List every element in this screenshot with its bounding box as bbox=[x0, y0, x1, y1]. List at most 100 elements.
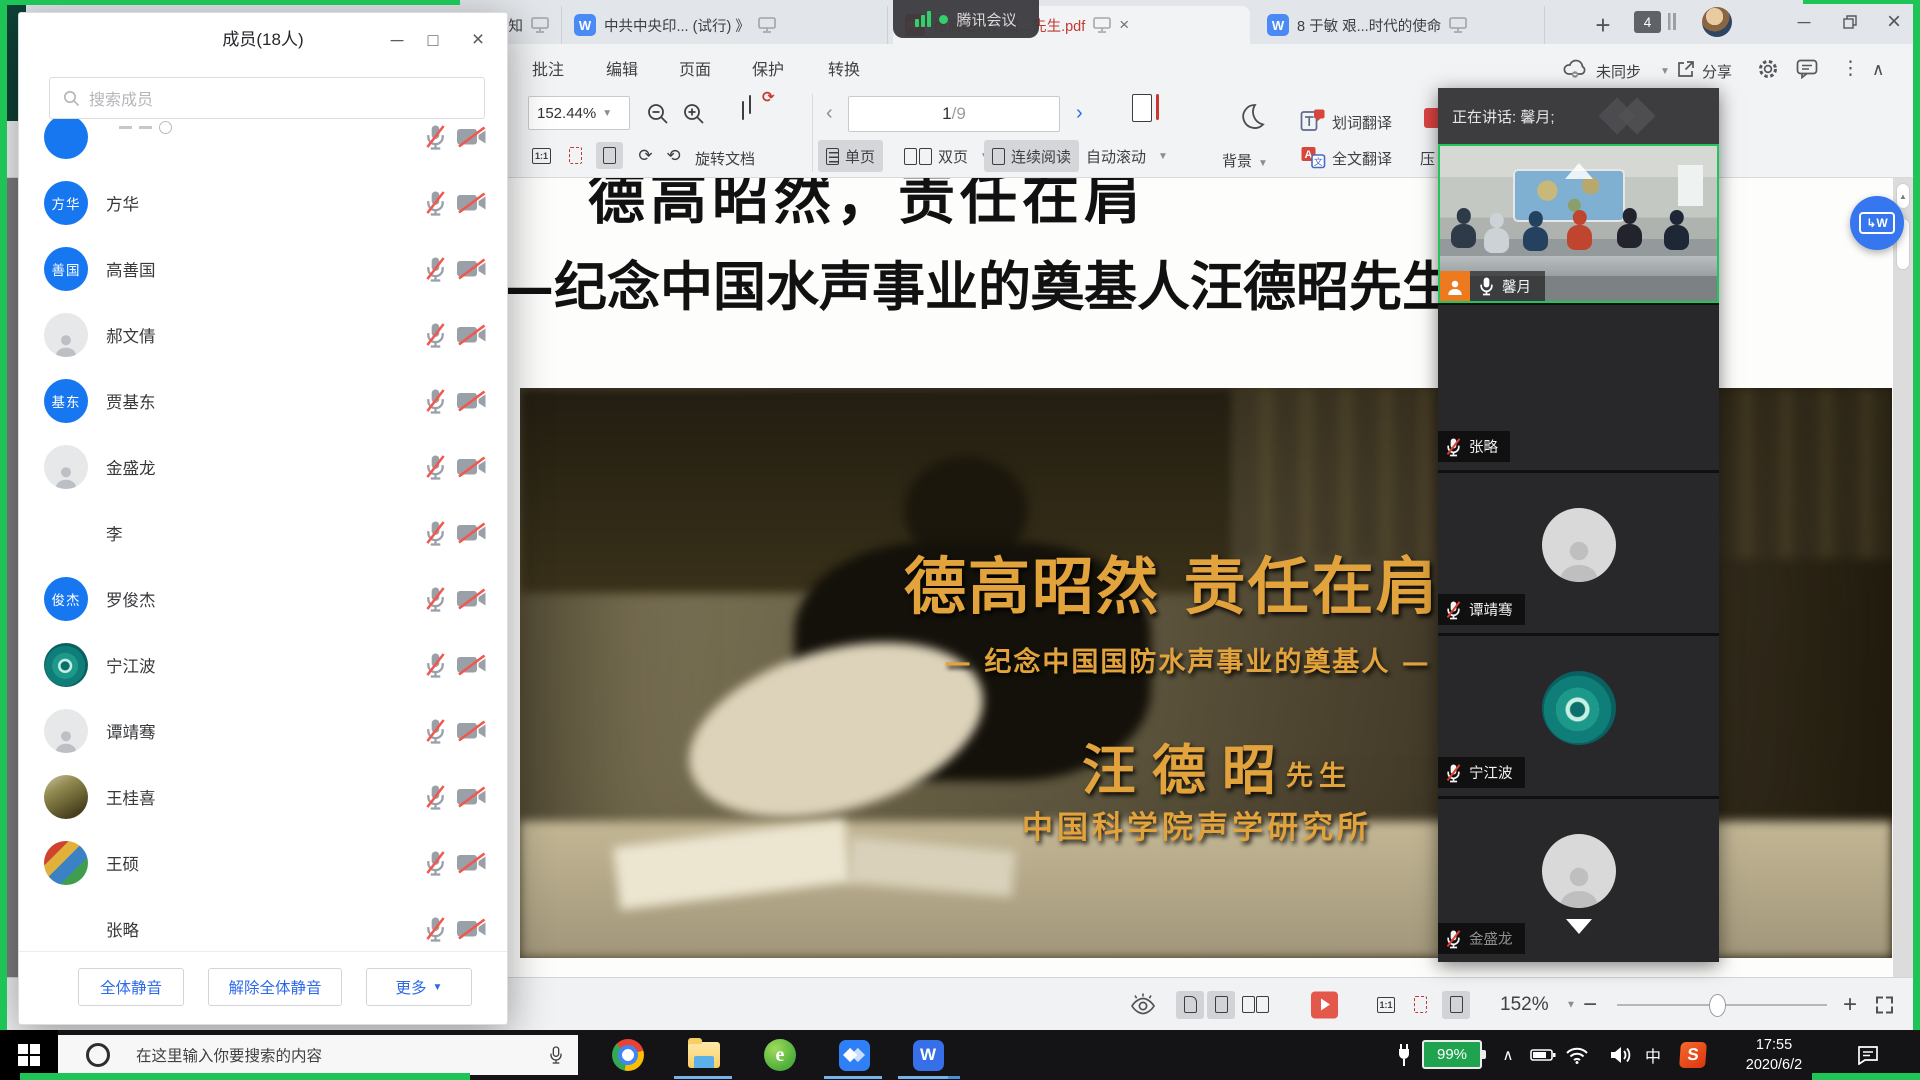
fit-width-icon[interactable] bbox=[596, 142, 623, 169]
member-row[interactable]: 王桂喜 bbox=[19, 767, 507, 827]
camera-muted-icon[interactable] bbox=[456, 720, 487, 743]
member-row[interactable]: 宁江波 bbox=[19, 635, 507, 695]
menu-protect[interactable]: 保护 bbox=[752, 56, 784, 80]
camera-muted-icon[interactable] bbox=[456, 456, 487, 479]
battery-icon[interactable] bbox=[1528, 1030, 1558, 1080]
wps-convert-float-button[interactable]: ↳W bbox=[1850, 196, 1904, 250]
member-row[interactable]: 张略 bbox=[19, 899, 507, 959]
member-row[interactable]: 郝文倩 bbox=[19, 305, 507, 365]
mic-muted-icon[interactable] bbox=[424, 586, 447, 613]
member-row[interactable]: 俊杰罗俊杰 bbox=[19, 569, 507, 629]
zoom-slider-thumb[interactable] bbox=[1709, 994, 1726, 1017]
mic-muted-icon[interactable] bbox=[424, 916, 447, 943]
member-row[interactable]: 基东贾基东 bbox=[19, 371, 507, 431]
mic-muted-icon[interactable] bbox=[424, 850, 447, 877]
member-row[interactable]: 金盛龙 bbox=[19, 437, 507, 497]
scrollbar-up-arrow[interactable]: ▲ bbox=[1896, 183, 1910, 209]
moon-background-icon[interactable] bbox=[1238, 102, 1266, 132]
play-presentation-button[interactable] bbox=[1311, 991, 1338, 1018]
camera-muted-icon[interactable] bbox=[456, 588, 487, 611]
word-translate-label[interactable]: 划词翻译 bbox=[1332, 112, 1392, 133]
member-row[interactable]: 谭靖骞 bbox=[19, 701, 507, 761]
member-row[interactable]: 王硕 bbox=[19, 833, 507, 893]
mic-muted-icon[interactable] bbox=[424, 520, 447, 547]
minimize-window-button[interactable]: ─ bbox=[1786, 0, 1822, 44]
rotate-cw-icon[interactable]: ⟳ bbox=[632, 142, 659, 169]
fit-page-icon[interactable] bbox=[562, 142, 589, 169]
account-avatar[interactable] bbox=[1702, 7, 1732, 37]
menu-annotate[interactable]: 批注 bbox=[532, 56, 564, 80]
new-tab-button[interactable]: + bbox=[1588, 10, 1618, 41]
tab-list-icon[interactable] bbox=[1668, 13, 1676, 30]
gear-icon[interactable] bbox=[1757, 58, 1779, 80]
restore-window-button[interactable] bbox=[1832, 0, 1868, 44]
taskbar-360-browser-icon[interactable]: e bbox=[762, 1037, 798, 1073]
mic-muted-icon[interactable] bbox=[424, 124, 447, 151]
camera-muted-icon[interactable] bbox=[456, 852, 487, 875]
zoom-level-label[interactable]: 152% bbox=[1500, 994, 1549, 1016]
zoom-percent-combo[interactable]: 152.44%▼ bbox=[528, 96, 630, 130]
camera-muted-icon[interactable] bbox=[456, 258, 487, 281]
member-search-input[interactable]: 搜索成员 bbox=[49, 77, 485, 119]
full-translate-icon[interactable]: A文 bbox=[1300, 144, 1326, 170]
speaker-icon[interactable] bbox=[1606, 1030, 1636, 1080]
fullscreen-icon[interactable] bbox=[1876, 996, 1893, 1013]
member-row[interactable] bbox=[19, 119, 507, 167]
collapse-ribbon-icon[interactable]: ∧ bbox=[1872, 60, 1884, 80]
camera-muted-icon[interactable] bbox=[456, 390, 487, 413]
zoom-in-icon[interactable] bbox=[682, 102, 706, 126]
continuous-read-mode[interactable]: 连续阅读 bbox=[984, 140, 1079, 172]
page-number-box[interactable]: 1 /9 bbox=[848, 96, 1060, 132]
close-window-button[interactable]: × bbox=[1876, 0, 1912, 44]
mic-muted-icon[interactable] bbox=[424, 718, 447, 745]
close-panel-button[interactable]: × bbox=[467, 30, 489, 50]
actual-size-icon[interactable]: 1:1 bbox=[1372, 991, 1400, 1019]
mic-muted-icon[interactable] bbox=[424, 784, 447, 811]
share-icon[interactable] bbox=[1676, 59, 1696, 79]
camera-muted-icon[interactable] bbox=[456, 126, 487, 149]
camera-muted-icon[interactable] bbox=[456, 324, 487, 347]
rotate-document-icon[interactable]: ⟳ bbox=[742, 96, 772, 130]
mic-muted-icon[interactable] bbox=[424, 256, 447, 283]
continuous-layout-icon[interactable] bbox=[1176, 991, 1204, 1019]
participant-tile[interactable]: 馨月 bbox=[1438, 144, 1719, 303]
fit-width-icon[interactable] bbox=[1442, 991, 1470, 1019]
zoom-slider[interactable] bbox=[1617, 1004, 1827, 1006]
mic-muted-icon[interactable] bbox=[424, 322, 447, 349]
minimize-panel-button[interactable]: ─ bbox=[386, 30, 408, 50]
zoom-out-icon[interactable] bbox=[646, 102, 670, 126]
tab-doc-2[interactable]: W 中共中央印... (试行) 》 bbox=[562, 6, 888, 44]
rotate-ccw-icon[interactable]: ⟲ bbox=[660, 142, 687, 169]
mic-muted-icon[interactable] bbox=[424, 388, 447, 415]
taskbar-wps-icon[interactable]: W bbox=[910, 1037, 946, 1073]
actual-size-icon[interactable]: 1:1 bbox=[528, 142, 555, 169]
mic-muted-icon[interactable] bbox=[424, 190, 447, 217]
mute-all-button[interactable]: 全体静音 bbox=[78, 968, 184, 1006]
share-label[interactable]: 分享 bbox=[1702, 61, 1732, 82]
ruler-icon[interactable] bbox=[1132, 94, 1159, 122]
participant-tile[interactable]: 谭靖骞 bbox=[1438, 473, 1719, 633]
camera-muted-icon[interactable] bbox=[456, 192, 487, 215]
sync-status-label[interactable]: 未同步 bbox=[1596, 61, 1641, 82]
background-label[interactable]: 背景▼ bbox=[1222, 150, 1268, 171]
maximize-panel-button[interactable]: □ bbox=[422, 30, 444, 50]
menu-convert[interactable]: 转换 bbox=[828, 56, 860, 80]
member-row[interactable]: 李 bbox=[19, 503, 507, 563]
comment-icon[interactable] bbox=[1796, 59, 1818, 79]
taskbar-chrome-icon[interactable] bbox=[610, 1037, 646, 1073]
taskbar-explorer-icon[interactable] bbox=[686, 1037, 722, 1073]
auto-scroll-mode[interactable]: 自动滚动▼ bbox=[1078, 140, 1176, 172]
participant-tile[interactable]: 张略 bbox=[1438, 305, 1719, 470]
wifi-icon[interactable] bbox=[1562, 1030, 1592, 1080]
rotate-doc-label[interactable]: 旋转文档 bbox=[695, 148, 755, 169]
cloud-sync-icon[interactable] bbox=[1562, 58, 1588, 78]
compress-label-clipped[interactable]: 压 bbox=[1420, 148, 1435, 169]
scroll-down-icon[interactable] bbox=[1566, 919, 1592, 934]
fit-page-icon[interactable] bbox=[1406, 991, 1434, 1019]
zoom-dropdown-icon[interactable]: ▼ bbox=[1566, 999, 1576, 1010]
menu-edit[interactable]: 编辑 bbox=[606, 56, 638, 80]
camera-muted-icon[interactable] bbox=[456, 786, 487, 809]
menu-page[interactable]: 页面 bbox=[679, 56, 711, 80]
tab-count-badge[interactable]: 4 bbox=[1634, 11, 1661, 33]
scroll-up-icon[interactable] bbox=[1565, 163, 1593, 179]
